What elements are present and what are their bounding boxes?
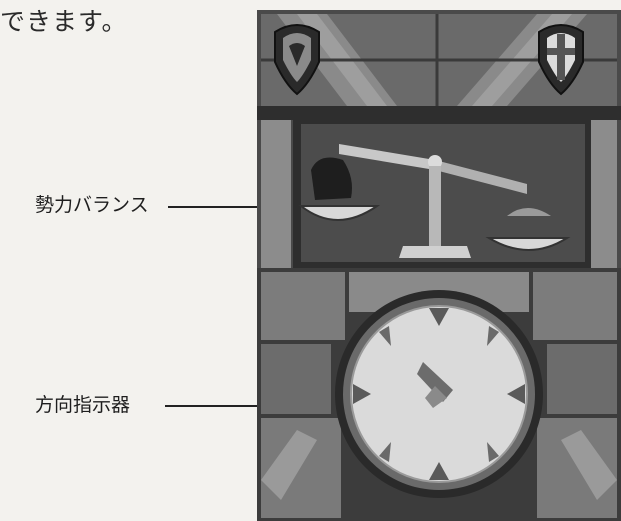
- top-instruction-text: できます。: [0, 7, 128, 36]
- direction-compass-icon: [335, 290, 543, 498]
- game-side-panel: [257, 10, 621, 521]
- balance-scale-icon: [261, 118, 617, 270]
- direction-callout-label: 方向指示器: [35, 394, 131, 416]
- game-panel-artwork: [257, 10, 621, 521]
- balance-callout-label: 勢力バランス: [35, 194, 149, 216]
